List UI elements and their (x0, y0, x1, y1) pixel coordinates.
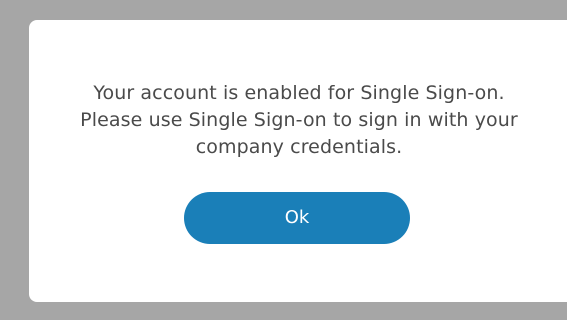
sso-alert-dialog: Your account is enabled for Single Sign-… (29, 20, 567, 302)
ok-button[interactable]: Ok (184, 192, 410, 244)
sso-message: Your account is enabled for Single Sign-… (80, 82, 518, 158)
